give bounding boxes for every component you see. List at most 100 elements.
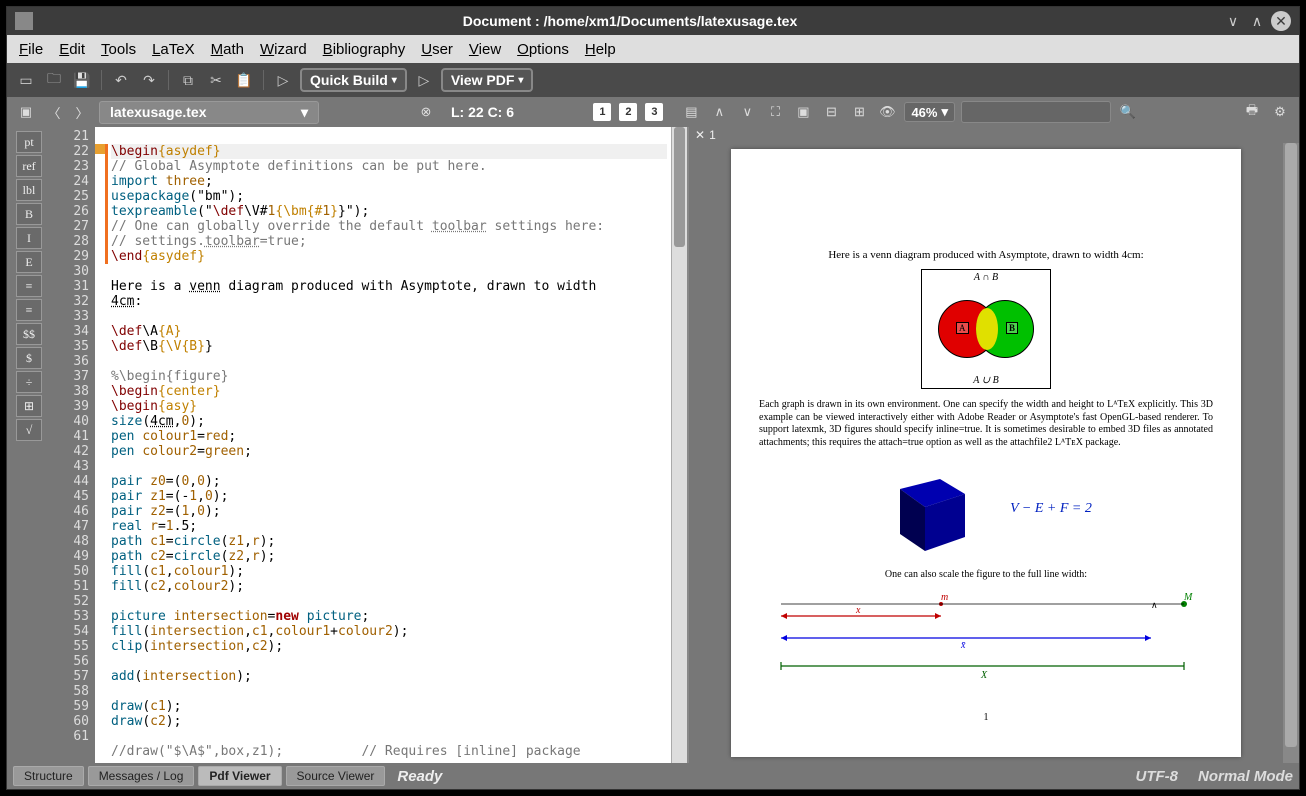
x-label: x bbox=[855, 605, 861, 616]
venn-top-label: A ∩ B bbox=[922, 272, 1050, 283]
menu-latex[interactable]: LaTeX bbox=[152, 41, 195, 58]
toggle-panel-icon[interactable]: ▣ bbox=[15, 101, 37, 123]
menu-bibliography[interactable]: Bibliography bbox=[323, 41, 406, 58]
close-tab-icon[interactable]: ⊗ bbox=[415, 101, 437, 123]
status-tab-source-viewer[interactable]: Source Viewer bbox=[286, 766, 386, 786]
pdf-scrollbar[interactable] bbox=[1283, 143, 1299, 763]
nav-forward-icon[interactable]: 〉 bbox=[71, 101, 93, 123]
arrows-figure: m M ∧ x x bbox=[759, 590, 1213, 680]
pdf-panel: ✕ 1 Here is a venn diagram produced with… bbox=[689, 127, 1299, 763]
close-button[interactable]: ✕ bbox=[1271, 11, 1291, 31]
build-play-icon[interactable]: ▷ bbox=[272, 69, 294, 91]
pdf-scroll-thumb[interactable] bbox=[1285, 143, 1297, 747]
side-tool-11[interactable]: ⊞ bbox=[16, 395, 42, 417]
menu-tools[interactable]: Tools bbox=[101, 41, 136, 58]
open-icon[interactable]: 🗀 bbox=[43, 69, 65, 91]
document-tab[interactable]: latexusage.tex▾ bbox=[99, 101, 319, 124]
side-tool-0[interactable]: pt bbox=[16, 131, 42, 153]
cube-figure: V − E + F = 2 bbox=[759, 459, 1213, 559]
side-tool-10[interactable]: ÷ bbox=[16, 371, 42, 393]
side-tool-5[interactable]: E bbox=[16, 251, 42, 273]
line-number: 57 bbox=[53, 669, 89, 684]
code-content[interactable]: \begin{asydef} // Global Asymptote defin… bbox=[95, 127, 671, 763]
maximize-button[interactable]: ∧ bbox=[1247, 11, 1267, 31]
zoom-combo[interactable]: 46%▾ bbox=[904, 102, 955, 122]
venn-overlap bbox=[976, 308, 998, 350]
line-number: 44 bbox=[53, 474, 89, 489]
menu-wizard[interactable]: Wizard bbox=[260, 41, 307, 58]
status-tab-messages-log[interactable]: Messages / Log bbox=[88, 766, 195, 786]
side-tool-6[interactable]: ≡ bbox=[16, 275, 42, 297]
view-play-icon[interactable]: ▷ bbox=[413, 69, 435, 91]
side-tool-1[interactable]: ref bbox=[16, 155, 42, 177]
menu-edit[interactable]: Edit bbox=[59, 41, 85, 58]
redo-icon[interactable]: ↷ bbox=[138, 69, 160, 91]
fit-page-icon[interactable]: ▣ bbox=[792, 101, 814, 123]
venn-label-a: A bbox=[956, 322, 969, 334]
code-editor[interactable]: 2122232425262728293031323334353637383940… bbox=[51, 127, 687, 763]
main-toolbar: ▭ 🗀 💾 ↶ ↷ ⧉ ✂ 📋 ▷ Quick Build▾ ▷ View PD… bbox=[7, 63, 1299, 97]
nav-back-icon[interactable]: 〈 bbox=[43, 101, 65, 123]
menu-user[interactable]: User bbox=[421, 41, 453, 58]
print-icon[interactable]: 🖶 bbox=[1241, 101, 1263, 123]
menu-view[interactable]: View bbox=[469, 41, 501, 58]
line-number: 33 bbox=[53, 309, 89, 324]
view-combo[interactable]: View PDF▾ bbox=[441, 68, 534, 92]
line-number: 34 bbox=[53, 324, 89, 339]
line-number: 53 bbox=[53, 609, 89, 624]
side-tool-12[interactable]: √ bbox=[16, 419, 42, 441]
side-tool-3[interactable]: B bbox=[16, 203, 42, 225]
pdf-down-icon[interactable]: ∨ bbox=[736, 101, 758, 123]
config-icon[interactable]: ⚙ bbox=[1269, 101, 1291, 123]
layout-icon[interactable]: ▤ bbox=[680, 101, 702, 123]
cut-icon[interactable]: ✂ bbox=[205, 69, 227, 91]
minimize-button[interactable]: ∨ bbox=[1223, 11, 1243, 31]
side-tool-2[interactable]: lbl bbox=[16, 179, 42, 201]
pdf-close-icon[interactable]: ✕ bbox=[695, 128, 705, 142]
side-tool-8[interactable]: $$ bbox=[16, 323, 42, 345]
editor-scrollbar[interactable] bbox=[671, 127, 687, 763]
fit-width-icon[interactable]: ⛶ bbox=[764, 101, 786, 123]
build-combo[interactable]: Quick Build▾ bbox=[300, 68, 407, 92]
pdf-up-icon[interactable]: ∧ bbox=[708, 101, 730, 123]
pdf-viewer[interactable]: Here is a venn diagram produced with Asy… bbox=[689, 143, 1283, 763]
zoom-out-icon[interactable]: ⊟ bbox=[820, 101, 842, 123]
status-tab-pdf-viewer[interactable]: Pdf Viewer bbox=[198, 766, 281, 786]
side-tool-4[interactable]: I bbox=[16, 227, 42, 249]
status-ready: Ready bbox=[397, 768, 442, 785]
cube-svg bbox=[880, 459, 980, 559]
line-number: 51 bbox=[53, 579, 89, 594]
line-number: 52 bbox=[53, 594, 89, 609]
line-number: 22 bbox=[53, 144, 89, 159]
pdf-search-input[interactable] bbox=[961, 101, 1111, 123]
status-tab-structure[interactable]: Structure bbox=[13, 766, 84, 786]
line-number: 54 bbox=[53, 624, 89, 639]
line-number: 59 bbox=[53, 699, 89, 714]
copy-icon[interactable]: ⧉ bbox=[177, 69, 199, 91]
search-icon[interactable]: 🔍 bbox=[1117, 101, 1139, 123]
paste-icon[interactable]: 📋 bbox=[233, 69, 255, 91]
page-2-button[interactable]: 2 bbox=[619, 103, 637, 121]
line-number: 50 bbox=[53, 564, 89, 579]
zoom-in-icon[interactable]: ⊞ bbox=[848, 101, 870, 123]
new-doc-icon[interactable]: ▭ bbox=[15, 69, 37, 91]
page-1-button[interactable]: 1 bbox=[593, 103, 611, 121]
menu-file[interactable]: File bbox=[19, 41, 43, 58]
side-tool-7[interactable]: ≡ bbox=[16, 299, 42, 321]
change-bar bbox=[105, 144, 108, 264]
eye-icon[interactable]: 👁 bbox=[876, 101, 898, 123]
bookmark-marker[interactable] bbox=[95, 144, 105, 154]
euler-formula: V − E + F = 2 bbox=[1010, 501, 1092, 517]
line-number: 35 bbox=[53, 339, 89, 354]
editor-scroll-thumb[interactable] bbox=[674, 127, 685, 247]
pdf-page: Here is a venn diagram produced with Asy… bbox=[731, 149, 1241, 757]
menu-help[interactable]: Help bbox=[585, 41, 616, 58]
menu-options[interactable]: Options bbox=[517, 41, 569, 58]
menu-math[interactable]: Math bbox=[211, 41, 244, 58]
line-number: 26 bbox=[53, 204, 89, 219]
m-label: m bbox=[941, 592, 948, 603]
save-icon[interactable]: 💾 bbox=[71, 69, 93, 91]
page-3-button[interactable]: 3 bbox=[645, 103, 663, 121]
undo-icon[interactable]: ↶ bbox=[110, 69, 132, 91]
side-tool-9[interactable]: $ bbox=[16, 347, 42, 369]
